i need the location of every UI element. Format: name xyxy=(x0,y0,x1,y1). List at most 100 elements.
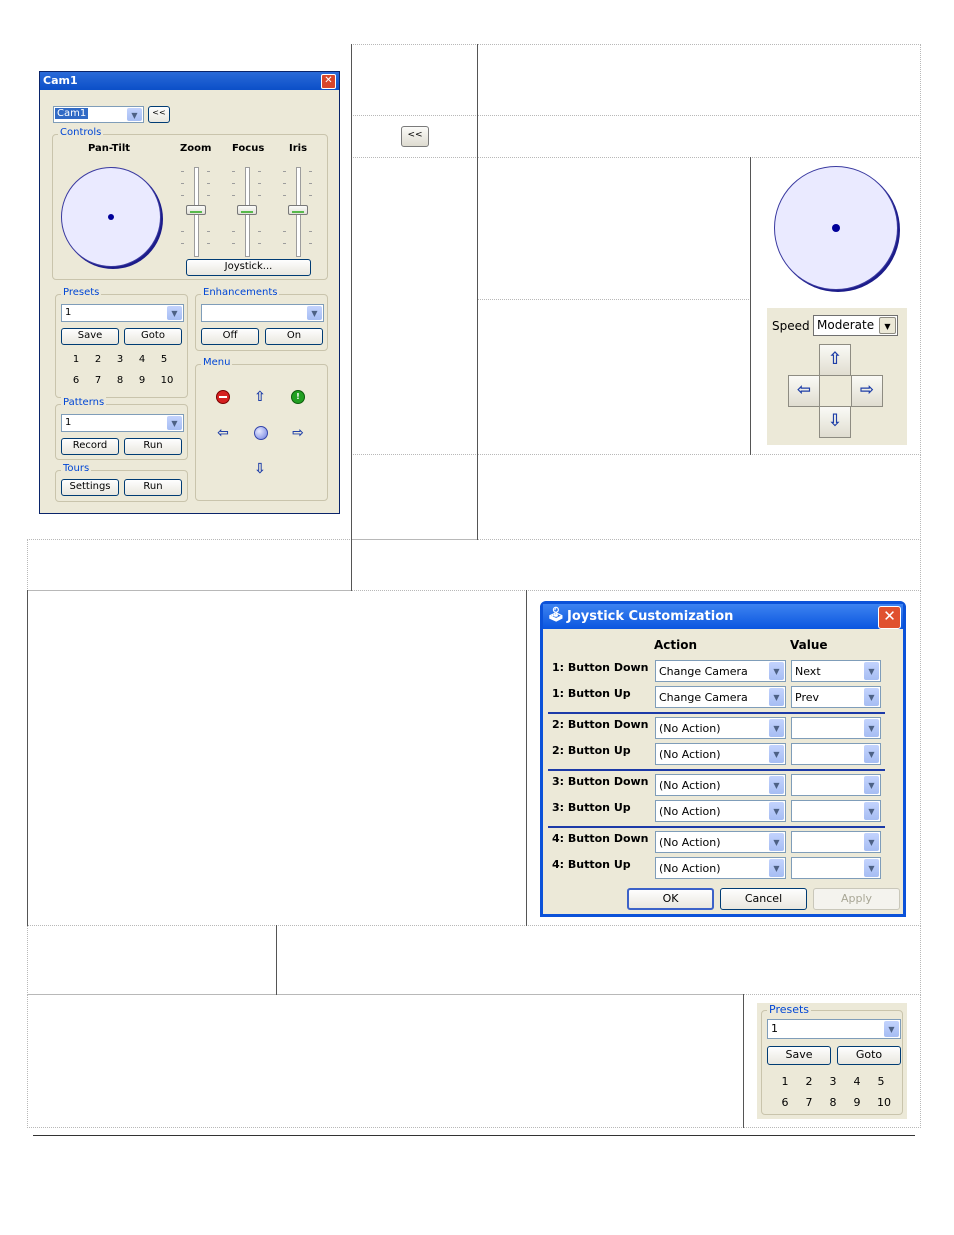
joystick-value-select[interactable]: ▼ xyxy=(791,831,881,853)
joystick-value-select[interactable]: ▼ xyxy=(791,774,881,796)
preset-goto-button[interactable]: Goto xyxy=(124,328,182,345)
up-arrow-icon[interactable]: ⇧ xyxy=(252,390,268,404)
chevron-down-icon: ▼ xyxy=(167,416,182,430)
apply-button[interactable]: Apply xyxy=(813,888,900,910)
ok-button[interactable]: OK xyxy=(627,888,714,910)
zoom-slider[interactable] xyxy=(186,205,206,215)
joystick-button-label: Joystick... xyxy=(224,261,273,272)
pan-up-button[interactable]: ⇧ xyxy=(819,344,851,376)
preset-number[interactable]: 1 xyxy=(778,1075,792,1088)
joystick-action-select[interactable]: (No Action) ▼ xyxy=(655,831,786,853)
pan-down-button[interactable]: ⇩ xyxy=(819,406,851,438)
joystick-action-select[interactable]: (No Action) ▼ xyxy=(655,717,786,739)
joystick-action-select[interactable]: (No Action) ▼ xyxy=(655,774,786,796)
controls-group-label: Controls xyxy=(58,127,104,138)
tour-run-button[interactable]: Run xyxy=(124,479,182,496)
preset-number[interactable]: 2 xyxy=(802,1075,816,1088)
preset-number[interactable]: 6 xyxy=(778,1096,792,1109)
preset-number[interactable]: 3 xyxy=(826,1075,840,1088)
home-icon[interactable] xyxy=(254,426,268,440)
preset-number[interactable]: 2 xyxy=(91,354,105,365)
iris-slider[interactable] xyxy=(288,205,308,215)
camera-select-value: Cam1 xyxy=(55,108,89,119)
preset-number[interactable]: 5 xyxy=(874,1075,888,1088)
preset-select[interactable]: 1 ▼ xyxy=(61,304,184,322)
chevron-down-icon: ▼ xyxy=(769,745,784,763)
presets-panel-group-label: Presets xyxy=(767,1003,812,1016)
enhancement-select[interactable]: ▼ xyxy=(201,304,324,322)
slider-tick xyxy=(309,231,312,232)
preset-select-value: 1 xyxy=(65,307,72,318)
preset-number[interactable]: 7 xyxy=(802,1096,816,1109)
right-arrow-icon[interactable]: ⇨ xyxy=(290,426,306,440)
preset-number[interactable]: 4 xyxy=(850,1075,864,1088)
joystick-action-select[interactable]: Change Camera ▼ xyxy=(655,660,786,682)
preset-number[interactable]: 8 xyxy=(826,1096,840,1109)
pan-left-button[interactable]: ⇦ xyxy=(788,375,820,407)
joystick-action-select[interactable]: Change Camera ▼ xyxy=(655,686,786,708)
preset-save-button[interactable]: Save xyxy=(61,328,119,345)
preset-number[interactable]: 4 xyxy=(135,354,149,365)
collapse-button[interactable]: << xyxy=(148,106,170,123)
presets-panel-save-button[interactable]: Save xyxy=(767,1046,831,1065)
close-icon[interactable]: ✕ xyxy=(878,606,901,629)
preset-number[interactable]: 10 xyxy=(874,1096,894,1109)
preset-number[interactable]: 3 xyxy=(113,354,127,365)
joystick-value-select[interactable]: Prev ▼ xyxy=(791,686,881,708)
speed-select[interactable]: Moderate ▼ xyxy=(813,315,898,336)
collapse-button-label: << xyxy=(152,108,166,117)
preset-number[interactable]: 7 xyxy=(91,375,105,386)
joystick-row-label: 3: Button Up xyxy=(552,801,631,814)
pan-tilt-pad[interactable] xyxy=(61,167,161,267)
chevron-down-icon: ▼ xyxy=(127,108,142,121)
enhancement-on-button[interactable]: On xyxy=(265,328,323,345)
close-icon[interactable]: ✕ xyxy=(321,74,336,89)
chevron-down-icon: ▼ xyxy=(769,859,784,877)
down-arrow-icon[interactable]: ⇩ xyxy=(252,462,268,476)
preset-number[interactable]: 9 xyxy=(850,1096,864,1109)
preset-number[interactable]: 8 xyxy=(113,375,127,386)
presets-panel-goto-button[interactable]: Goto xyxy=(837,1046,901,1065)
stop-icon[interactable] xyxy=(216,390,230,404)
joystick-value-select[interactable]: ▼ xyxy=(791,717,881,739)
joystick-value-select[interactable]: ▼ xyxy=(791,857,881,879)
preset-number[interactable]: 9 xyxy=(135,375,149,386)
table-cell-row5-left xyxy=(27,539,352,591)
cancel-button[interactable]: Cancel xyxy=(720,888,807,910)
vertical-rule-7 xyxy=(743,994,744,1128)
tours-group: Tours Settings Run xyxy=(55,463,188,502)
enhancement-off-button[interactable]: Off xyxy=(201,328,259,345)
camera-select[interactable]: Cam1 ▼ xyxy=(53,106,144,123)
focus-slider[interactable] xyxy=(237,205,257,215)
preset-number[interactable]: 1 xyxy=(69,354,83,365)
left-arrow-icon[interactable]: ⇦ xyxy=(215,426,231,440)
row-group-separator xyxy=(548,826,885,828)
table-cell-row5-right xyxy=(351,539,921,591)
inline-collapse-button[interactable]: << xyxy=(401,126,429,147)
pattern-select[interactable]: 1 ▼ xyxy=(61,414,184,432)
tour-settings-button[interactable]: Settings xyxy=(61,479,119,496)
joystick-action-select[interactable]: (No Action) ▼ xyxy=(655,743,786,765)
joystick-value-select[interactable]: ▼ xyxy=(791,743,881,765)
pan-right-button[interactable]: ⇨ xyxy=(851,375,883,407)
preset-save-label: Save xyxy=(77,330,103,341)
joystick-value-select[interactable]: ▼ xyxy=(791,800,881,822)
preset-number[interactable]: 10 xyxy=(157,375,177,386)
pattern-record-button[interactable]: Record xyxy=(61,438,119,455)
cam-window-titlebar[interactable]: Cam1 ✕ xyxy=(40,72,339,90)
go-icon[interactable]: ! xyxy=(291,390,305,404)
pan-tilt-pad-large[interactable] xyxy=(774,166,898,290)
pattern-run-button[interactable]: Run xyxy=(124,438,182,455)
joystick-action-select[interactable]: (No Action) ▼ xyxy=(655,857,786,879)
joystick-button[interactable]: Joystick... xyxy=(186,259,311,276)
joystick-value-select[interactable]: Next ▼ xyxy=(791,660,881,682)
presets-panel-select[interactable]: 1 ▼ xyxy=(767,1019,901,1039)
preset-number[interactable]: 5 xyxy=(157,354,171,365)
joystick-action-select[interactable]: (No Action) ▼ xyxy=(655,800,786,822)
table-cell-header-right xyxy=(477,44,921,116)
joystick-dialog-titlebar[interactable]: 🕹 Joystick Customization ✕ xyxy=(543,604,903,629)
joystick-dialog: 🕹 Joystick Customization ✕ Action Value … xyxy=(540,601,906,917)
menu-group-label: Menu xyxy=(201,357,233,368)
preset-number[interactable]: 6 xyxy=(69,375,83,386)
slider-tick xyxy=(207,195,210,196)
